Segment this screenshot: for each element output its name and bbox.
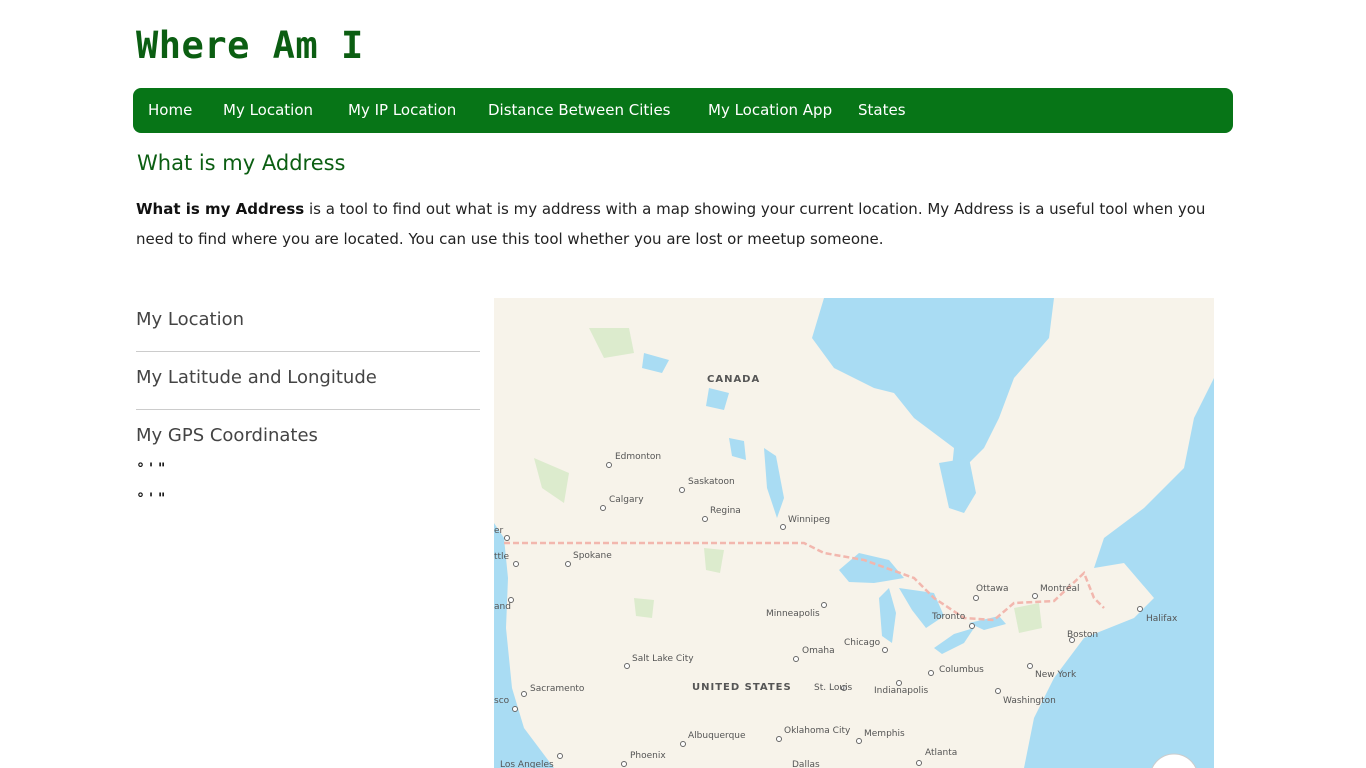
map-city-label: Winnipeg [788, 515, 830, 525]
map-city-label: Edmonton [615, 452, 661, 462]
map-partial-label: sco [494, 696, 510, 706]
map-city-label: New York [1035, 670, 1077, 680]
map-city-label: Montréal [1040, 583, 1080, 594]
map-city-label: Chicago [844, 638, 881, 648]
site-title[interactable]: Where Am I [136, 24, 364, 67]
map-label-canada: CANADA [707, 374, 760, 385]
sidebar-item-latitude-longitude[interactable]: My Latitude and Longitude [136, 367, 480, 410]
map-city-label: Oklahoma City [784, 726, 851, 736]
map-city-label: Boston [1067, 630, 1098, 640]
map-city-label: Washington [1003, 696, 1056, 706]
map-city-label: Omaha [802, 646, 835, 656]
map-label-united-states: UNITED STATES [692, 682, 792, 693]
map-city-label: Columbus [939, 665, 984, 675]
gps-coordinate-longitude: ° ' " [137, 491, 166, 507]
map-city-label: Minneapolis [766, 609, 820, 619]
map-city-label: Ottawa [976, 584, 1009, 594]
nav-home[interactable]: Home [148, 101, 192, 119]
map-city-label: Halifax [1146, 614, 1178, 624]
nav-my-location[interactable]: My Location [223, 101, 313, 119]
map-city-label: Memphis [864, 729, 905, 739]
map-city-label: Atlanta [925, 748, 957, 758]
nav-states[interactable]: States [858, 101, 906, 119]
sidebar-item-my-location[interactable]: My Location [136, 309, 480, 352]
sidebar-item-label: My GPS Coordinates [136, 425, 318, 446]
map-graphic: CANADA UNITED STATES Edmonton Saskatoon … [494, 298, 1214, 768]
main-navbar: Home My Location My IP Location Distance… [133, 88, 1233, 133]
map-city-label: Regina [710, 506, 741, 516]
nav-distance-between-cities[interactable]: Distance Between Cities [488, 101, 671, 119]
sidebar-item-gps-coordinates[interactable]: My GPS Coordinates [136, 425, 480, 446]
map-city-label: Calgary [609, 495, 644, 505]
map-city-label: Spokane [573, 551, 612, 561]
map-partial-label: er [494, 526, 504, 536]
map-city-label: Indianapolis [874, 686, 929, 696]
map-partial-label: ttle [494, 552, 510, 562]
gps-coordinate-latitude: ° ' " [137, 461, 166, 477]
nav-my-ip-location[interactable]: My IP Location [348, 101, 456, 119]
map-city-label: Phoenix [630, 751, 666, 761]
map-partial-label: and [494, 602, 511, 612]
map-city-label: Sacramento [530, 684, 585, 694]
nav-my-location-app[interactable]: My Location App [708, 101, 832, 119]
sidebar-item-label: My Location [136, 309, 245, 330]
map-city-label: Saskatoon [688, 477, 735, 487]
intro-paragraph: What is my Address is a tool to find out… [136, 194, 1221, 254]
page-heading: What is my Address [137, 151, 346, 175]
sidebar-item-label: My Latitude and Longitude [136, 367, 377, 388]
map-city-label: Salt Lake City [632, 654, 694, 664]
map-city-label: Albuquerque [688, 731, 746, 741]
location-map[interactable]: CANADA UNITED STATES Edmonton Saskatoon … [494, 298, 1214, 768]
map-city-label: Los Angeles [500, 760, 554, 768]
map-city-label: Toronto [931, 612, 966, 622]
map-city-label: Dallas [792, 760, 820, 768]
intro-bold: What is my Address [136, 200, 305, 218]
map-city-label: St. Louis [814, 683, 853, 693]
